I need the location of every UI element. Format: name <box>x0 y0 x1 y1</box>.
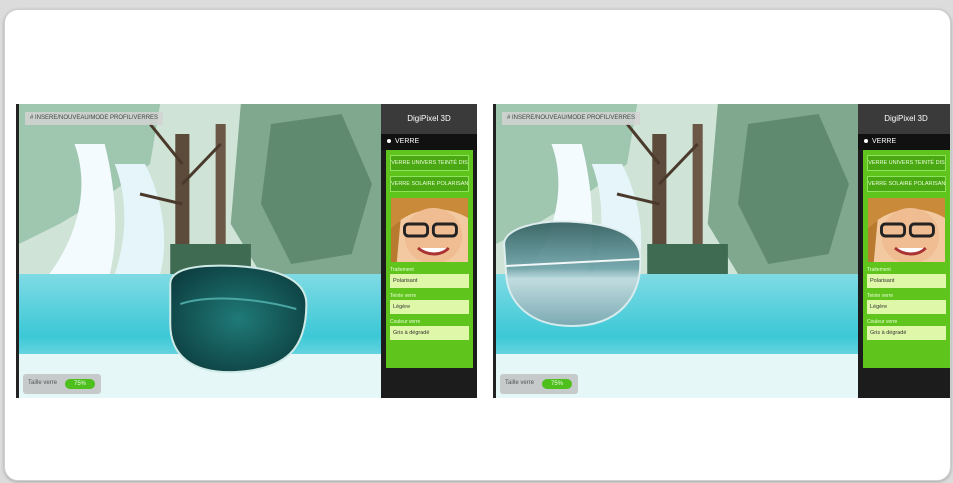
waterfall-scene: # INSERE/NOUVEAU/MODE PROFIL/VERRES Tail… <box>16 104 384 398</box>
option-button-2[interactable]: VERRE SOLAIRE POLARISANT <box>390 176 469 192</box>
field-value[interactable]: Légère <box>390 300 469 314</box>
waterfall-image <box>496 104 861 398</box>
panel-title: DigiPixel 3D <box>858 104 950 134</box>
side-panel: DigiPixel 3D VERRE VERRE UNIVERS TEINTÉ … <box>381 104 477 398</box>
panel-title: DigiPixel 3D <box>381 104 477 134</box>
size-value-toggle[interactable]: 75% <box>65 379 95 389</box>
field-label: Traitement <box>390 267 414 273</box>
size-control: Taille verre 75% <box>500 374 578 394</box>
model-photo <box>391 198 468 262</box>
field-label: Teinte verre <box>390 293 417 299</box>
lens-overlay[interactable] <box>169 264 308 374</box>
size-label: Taille verre <box>505 380 535 386</box>
field-couleur: Couleur verre Gris à dégradé <box>867 318 946 340</box>
option-button-2[interactable]: VERRE SOLAIRE POLARISANT <box>867 176 946 192</box>
field-value[interactable]: Polarisant <box>390 274 469 288</box>
comparison-card: # INSERE/NOUVEAU/MODE PROFIL/VERRES Tail… <box>4 9 951 481</box>
field-label: Couleur verre <box>867 319 898 325</box>
option-button-1[interactable]: VERRE UNIVERS TEINTÉ DIS <box>867 155 946 171</box>
waterfall-scene: # INSERE/NOUVEAU/MODE PROFIL/VERRES Tail… <box>493 104 861 398</box>
woman-with-glasses-image <box>391 198 468 262</box>
field-label: Couleur verre <box>390 319 421 325</box>
breadcrumb: # INSERE/NOUVEAU/MODE PROFIL/VERRES <box>502 112 641 125</box>
options-panel: VERRE UNIVERS TEINTÉ DIS VERRE SOLAIRE P… <box>863 150 950 368</box>
size-label: Taille verre <box>28 380 58 386</box>
menu-label: VERRE <box>395 138 420 145</box>
menu-item-verre[interactable]: VERRE <box>858 134 950 150</box>
side-panel: DigiPixel 3D VERRE VERRE UNIVERS TEINTÉ … <box>858 104 950 398</box>
field-couleur: Couleur verre Gris à dégradé <box>390 318 469 340</box>
dot-icon <box>864 139 868 144</box>
field-traitement: Traitement Polarisant <box>867 266 946 288</box>
option-button-1[interactable]: VERRE UNIVERS TEINTÉ DIS <box>390 155 469 171</box>
field-label: Teinte verre <box>867 293 894 299</box>
field-value[interactable]: Légère <box>867 300 946 314</box>
field-value[interactable]: Gris à dégradé <box>390 326 469 340</box>
field-teinte: Teinte verre Légère <box>390 292 469 314</box>
lens-overlay[interactable] <box>503 220 642 328</box>
field-value[interactable]: Polarisant <box>867 274 946 288</box>
model-photo <box>868 198 945 262</box>
options-panel: VERRE UNIVERS TEINTÉ DIS VERRE SOLAIRE P… <box>386 150 473 368</box>
woman-with-glasses-image <box>868 198 945 262</box>
field-value[interactable]: Gris à dégradé <box>867 326 946 340</box>
waterfall-image <box>19 104 384 398</box>
field-traitement: Traitement Polarisant <box>390 266 469 288</box>
menu-label: VERRE <box>872 138 897 145</box>
dot-icon <box>387 139 391 144</box>
field-label: Traitement <box>867 267 891 273</box>
field-teinte: Teinte verre Légère <box>867 292 946 314</box>
size-value-toggle[interactable]: 75% <box>542 379 572 389</box>
breadcrumb: # INSERE/NOUVEAU/MODE PROFIL/VERRES <box>25 112 164 125</box>
app-screen-right: # INSERE/NOUVEAU/MODE PROFIL/VERRES Tail… <box>493 104 950 398</box>
menu-item-verre[interactable]: VERRE <box>381 134 477 150</box>
size-control: Taille verre 75% <box>23 374 101 394</box>
app-screen-left: # INSERE/NOUVEAU/MODE PROFIL/VERRES Tail… <box>16 104 477 398</box>
